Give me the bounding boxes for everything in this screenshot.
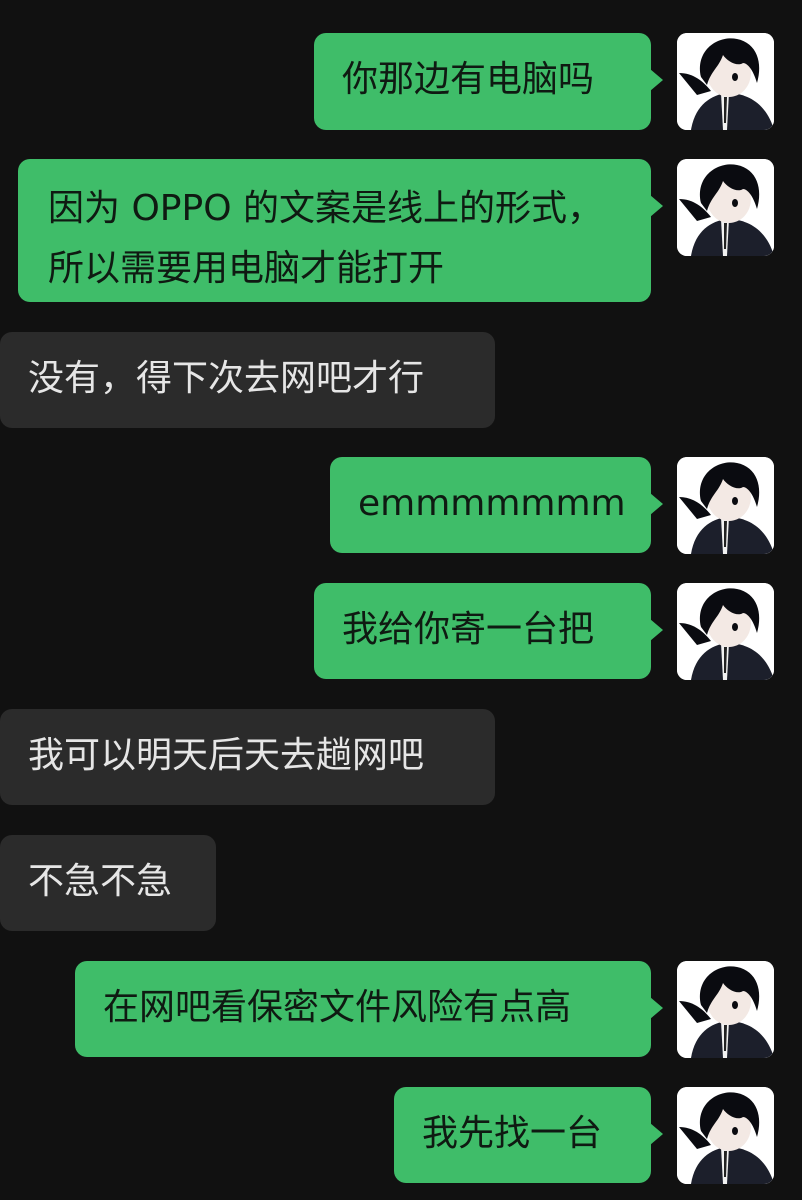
- message-bubble-incoming[interactable]: 我可以明天后天去趟网吧: [0, 709, 495, 805]
- anime-boy-avatar-icon: [677, 583, 774, 680]
- chat-message-list[interactable]: 你那边有电脑吗 因为 OPPO 的文案是线上的形式， 所以需要用电脑才能打开 没…: [0, 0, 802, 1200]
- anime-boy-avatar-icon: [677, 33, 774, 130]
- my-avatar[interactable]: [677, 583, 774, 680]
- message-text: 我给你寄一台把: [342, 609, 595, 650]
- message-text: 不急不急: [28, 861, 173, 902]
- message-bubble-incoming[interactable]: 不急不急: [0, 835, 216, 931]
- message-bubble-outgoing[interactable]: emmmmmmm: [330, 457, 663, 553]
- my-avatar[interactable]: [677, 1087, 774, 1184]
- message-bubble-outgoing[interactable]: 因为 OPPO 的文案是线上的形式， 所以需要用电脑才能打开: [18, 159, 663, 302]
- message-text: emmmmmmm: [358, 483, 626, 524]
- message-text: 在网吧看保密文件风险有点高: [103, 987, 572, 1028]
- my-avatar[interactable]: [677, 961, 774, 1058]
- message-bubble-outgoing[interactable]: 在网吧看保密文件风险有点高: [75, 961, 663, 1057]
- message-bubble-incoming[interactable]: 没有，得下次去网吧才行: [0, 332, 495, 428]
- message-bubble-outgoing[interactable]: 我给你寄一台把: [314, 583, 663, 679]
- message-text: 你那边有电脑吗: [342, 59, 595, 100]
- message-text: 没有，得下次去网吧才行: [28, 358, 425, 399]
- message-text: 我先找一台: [422, 1113, 603, 1154]
- anime-boy-avatar-icon: [677, 1087, 774, 1184]
- anime-boy-avatar-icon: [677, 159, 774, 256]
- anime-boy-avatar-icon: [677, 961, 774, 1058]
- message-text-line: 因为 OPPO 的文案是线上的形式，: [48, 188, 603, 229]
- message-bubble-outgoing[interactable]: 我先找一台: [394, 1087, 663, 1183]
- my-avatar[interactable]: [677, 457, 774, 554]
- my-avatar[interactable]: [677, 33, 774, 130]
- anime-boy-avatar-icon: [677, 457, 774, 554]
- message-bubble-outgoing[interactable]: 你那边有电脑吗: [314, 33, 663, 130]
- message-text: 我可以明天后天去趟网吧: [28, 735, 425, 776]
- message-text-line: 所以需要用电脑才能打开: [48, 248, 445, 289]
- my-avatar[interactable]: [677, 159, 774, 256]
